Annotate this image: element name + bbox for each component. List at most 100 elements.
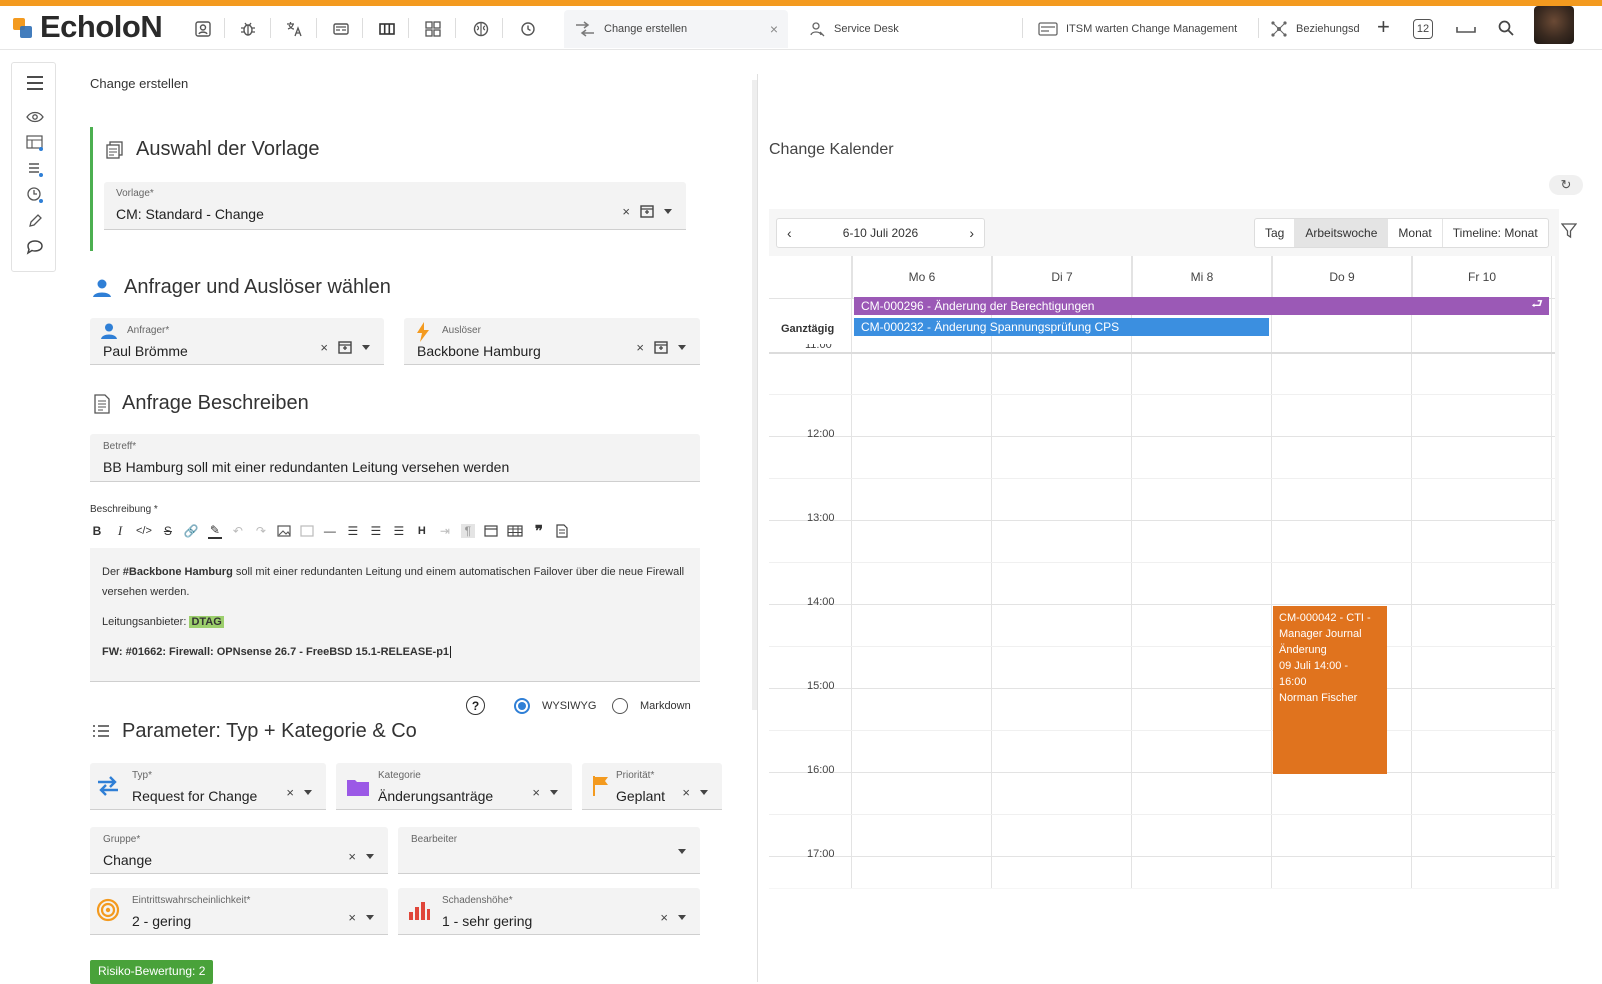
contacts-icon[interactable] — [190, 16, 216, 42]
damage-field[interactable]: Schadenshöhe* 1 - sehr gering × — [398, 888, 700, 935]
editor-hashtag[interactable]: #Backbone Hamburg — [123, 566, 233, 578]
stack-icon[interactable] — [12, 158, 57, 180]
wysiwyg-radio[interactable] — [514, 698, 530, 714]
brain-icon[interactable] — [468, 16, 494, 42]
bold-button[interactable]: B — [90, 524, 104, 538]
help-icon[interactable]: ? — [466, 696, 485, 715]
date-range[interactable]: 6-10 Juli 2026 — [843, 226, 918, 240]
clear-icon[interactable]: × — [286, 785, 294, 800]
chevron-down-icon[interactable] — [678, 915, 686, 920]
open-record-icon[interactable] — [338, 341, 352, 354]
category-field[interactable]: Kategorie Änderungsanträge × — [336, 763, 572, 810]
chevron-down-icon[interactable] — [304, 790, 312, 795]
ordered-list-button[interactable]: ☰ — [346, 524, 360, 538]
bullet-list-button[interactable]: ☰ — [369, 524, 383, 538]
table-icon[interactable] — [12, 132, 57, 154]
clock-icon[interactable] — [515, 16, 541, 42]
columns-icon[interactable] — [374, 16, 400, 42]
table-button[interactable] — [507, 525, 523, 537]
clear-icon[interactable]: × — [682, 785, 690, 800]
calendar-event[interactable]: CM-000042 - CTI - Manager Journal Änderu… — [1273, 606, 1387, 774]
clear-icon[interactable]: × — [636, 340, 644, 355]
chevron-down-icon[interactable] — [366, 915, 374, 920]
view-tag[interactable]: Tag — [1255, 219, 1296, 247]
menu-icon[interactable] — [12, 72, 57, 94]
next-week-button[interactable]: › — [969, 225, 974, 241]
eye-icon[interactable] — [12, 106, 57, 128]
clear-icon[interactable]: × — [622, 204, 630, 219]
translate-icon[interactable] — [281, 16, 307, 42]
redo-icon[interactable]: ↷ — [254, 524, 268, 538]
heading-button[interactable]: H — [415, 525, 429, 537]
chevron-down-icon[interactable] — [678, 345, 686, 350]
trigger-field[interactable]: Auslöser Backbone Hamburg × — [404, 318, 700, 365]
code-block-button[interactable] — [484, 525, 498, 537]
tab-change-erstellen[interactable]: Change erstellen × — [564, 10, 788, 48]
undo-icon[interactable]: ↶ — [231, 524, 245, 538]
chevron-down-icon[interactable] — [678, 849, 686, 854]
allday-event[interactable]: CM-000296 - Änderung der Berechtigungen … — [854, 296, 1549, 315]
tab-itsm-change-management[interactable]: ITSM warten Change Management — [1038, 10, 1237, 48]
chevron-down-icon[interactable] — [366, 854, 374, 859]
italic-button[interactable]: I — [113, 523, 127, 539]
clear-icon[interactable]: × — [320, 340, 328, 355]
markdown-radio[interactable] — [612, 698, 628, 714]
link-icon[interactable]: 🔗 — [184, 524, 199, 538]
markdown-label[interactable]: Markdown — [640, 700, 691, 712]
history-icon[interactable] — [12, 184, 57, 206]
search-icon[interactable] — [1497, 19, 1515, 37]
task-list-button[interactable]: ☰ — [392, 524, 406, 538]
strikethrough-button[interactable]: S — [161, 524, 175, 538]
pane-divider[interactable] — [757, 74, 758, 982]
view-arbeitswoche[interactable]: Arbeitswoche — [1295, 219, 1389, 247]
wysiwyg-label[interactable]: WYSIWYG — [542, 700, 596, 712]
chevron-down-icon[interactable] — [700, 790, 708, 795]
clear-icon[interactable]: × — [348, 910, 356, 925]
pen-icon[interactable] — [12, 210, 57, 232]
source-icon[interactable] — [555, 524, 569, 538]
quote-button[interactable]: ❞ — [532, 522, 546, 541]
chat-icon[interactable] — [12, 236, 57, 258]
paragraph-button[interactable]: ¶ — [460, 524, 475, 538]
avatar[interactable] — [1534, 6, 1574, 44]
allday-event[interactable]: CM-000232 - Änderung Spannungsprüfung CP… — [854, 318, 1269, 336]
filter-icon[interactable] — [1561, 223, 1577, 239]
open-record-icon[interactable] — [654, 341, 668, 354]
type-field[interactable]: Typ* Request for Change × — [90, 763, 326, 810]
bug-icon[interactable] — [235, 16, 261, 42]
refresh-icon[interactable]: ↻ — [1549, 175, 1583, 195]
assignee-field[interactable]: Bearbeiter — [398, 827, 700, 874]
tab-beziehungen[interactable]: Beziehungsd — [1270, 10, 1368, 48]
close-tab-icon[interactable]: × — [770, 21, 778, 37]
add-tab-button[interactable]: + — [1377, 14, 1390, 40]
subject-field[interactable]: Betreff* BB Hamburg soll mit einer redun… — [90, 434, 700, 482]
grid-icon[interactable] — [420, 16, 446, 42]
chevron-down-icon[interactable] — [664, 209, 672, 214]
view-monat[interactable]: Monat — [1388, 219, 1443, 247]
tab-service-desk[interactable]: Service Desk — [808, 10, 899, 48]
chevron-down-icon[interactable] — [550, 790, 558, 795]
clear-icon[interactable]: × — [660, 910, 668, 925]
image-icon[interactable] — [277, 525, 291, 537]
code-button[interactable]: </> — [136, 525, 152, 537]
chevron-down-icon[interactable] — [362, 345, 370, 350]
clear-icon[interactable]: × — [348, 849, 356, 864]
requester-field[interactable]: Anfrager* Paul Brömme × — [90, 318, 384, 365]
dashboard-icon[interactable] — [328, 16, 354, 42]
clear-icon[interactable]: × — [532, 785, 540, 800]
indent-icon[interactable]: ⇥ — [438, 524, 452, 538]
tab-count-badge[interactable]: 12 — [1413, 19, 1433, 39]
keyboard-icon[interactable] — [1455, 22, 1477, 36]
description-editor[interactable]: Der #Backbone Hamburg soll mit einer red… — [90, 548, 700, 682]
app-logo[interactable]: EcholoN — [12, 9, 163, 44]
embed-icon[interactable] — [300, 525, 314, 537]
group-field[interactable]: Gruppe* Change × — [90, 827, 388, 874]
view-timeline-monat[interactable]: Timeline: Monat — [1443, 219, 1548, 247]
horizontal-rule-button[interactable]: — — [323, 524, 337, 538]
probability-field[interactable]: Eintrittswahrscheinlichkeit* 2 - gering … — [90, 888, 388, 935]
highlight-button[interactable]: ✎ — [207, 523, 222, 539]
open-record-icon[interactable] — [640, 205, 654, 218]
prev-week-button[interactable]: ‹ — [787, 225, 792, 241]
template-field[interactable]: Vorlage* CM: Standard - Change × — [104, 182, 686, 230]
priority-field[interactable]: Priorität* Geplant × — [582, 763, 722, 810]
